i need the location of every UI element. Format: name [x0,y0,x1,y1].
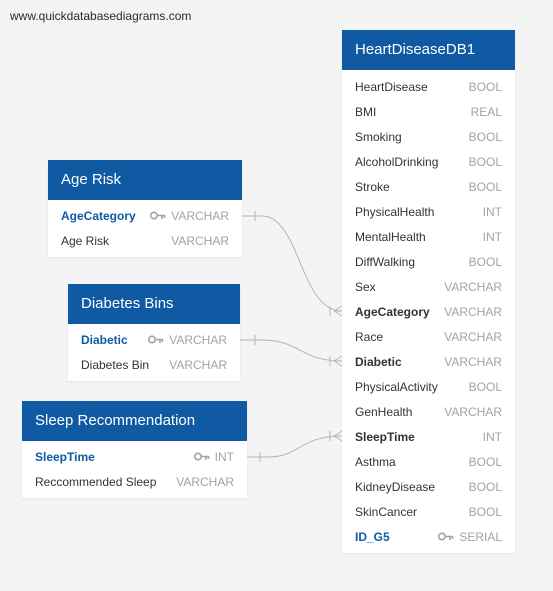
column-row[interactable]: BMI REAL [342,99,515,124]
column-type: VARCHAR [171,208,229,223]
column-type: INT [482,429,502,444]
column-name: ID_G5 [355,529,390,544]
relationship-sleeptime [247,435,343,458]
column-row[interactable]: AlcoholDrinking BOOL [342,149,515,174]
column-row[interactable]: Diabetes Bin VARCHAR [68,352,240,377]
column-row[interactable]: HeartDisease BOOL [342,74,515,99]
column-name: AgeCategory [355,304,430,319]
column-name: Reccommended Sleep [35,474,157,489]
column-name: PhysicalActivity [355,379,438,394]
column-row[interactable]: Diabetic VARCHAR [342,349,515,374]
column-type: INT [482,204,502,219]
column-type: BOOL [468,454,502,469]
column-type: VARCHAR [176,474,234,489]
column-name: AgeCategory [61,208,136,223]
column-type: BOOL [468,79,502,94]
key-icon [438,530,454,544]
column-name: Race [355,329,384,344]
relationship-agecategory [242,215,343,312]
column-row[interactable]: ID_G5 SERIAL [342,524,515,549]
column-name: GenHealth [355,404,413,419]
column-row[interactable]: SkinCancer BOOL [342,499,515,524]
relationship-diabetic [240,339,343,362]
key-icon [148,333,164,347]
column-row[interactable]: AgeCategory VARCHAR [48,203,242,228]
column-type: VARCHAR [169,332,227,347]
column-row[interactable]: SleepTime INT [22,444,247,469]
column-row[interactable]: GenHealth VARCHAR [342,399,515,424]
column-name: SleepTime [355,429,415,444]
column-name: Stroke [355,179,390,194]
column-name: DiffWalking [355,254,416,269]
column-name: BMI [355,104,377,119]
column-type: BOOL [468,479,502,494]
column-name: AlcoholDrinking [355,154,439,169]
table-sleep-recommendation[interactable]: Sleep Recommendation SleepTime INT Recco… [22,401,247,498]
table-heart-disease-db1[interactable]: HeartDiseaseDB1 HeartDisease BOOL BMI REAL… [342,30,515,553]
column-type: VARCHAR [444,404,502,419]
column-row[interactable]: Diabetic VARCHAR [68,327,240,352]
column-type: INT [214,449,234,464]
column-name: SleepTime [35,449,95,464]
table-age-risk[interactable]: Age Risk AgeCategory VARCHAR Age Risk VA… [48,160,242,257]
column-type: VARCHAR [444,279,502,294]
table-header[interactable]: Age Risk [48,160,242,200]
column-type: VARCHAR [444,354,502,369]
column-name: Asthma [355,454,396,469]
column-type: BOOL [468,379,502,394]
column-name: KidneyDisease [355,479,436,494]
column-type: BOOL [468,154,502,169]
column-type: BOOL [468,129,502,144]
table-header[interactable]: Sleep Recommendation [22,401,247,441]
key-icon [150,209,166,223]
column-name: SkinCancer [355,504,418,519]
column-row[interactable]: Reccommended Sleep VARCHAR [22,469,247,494]
column-row[interactable]: Asthma BOOL [342,449,515,474]
column-type: VARCHAR [444,304,502,319]
column-name: MentalHealth [355,229,426,244]
column-name: HeartDisease [355,79,428,94]
table-header[interactable]: HeartDiseaseDB1 [342,30,515,70]
column-row[interactable]: PhysicalActivity BOOL [342,374,515,399]
column-row[interactable]: KidneyDisease BOOL [342,474,515,499]
column-type: VARCHAR [169,357,227,372]
column-row[interactable]: Stroke BOOL [342,174,515,199]
column-name: Smoking [355,129,402,144]
column-type: BOOL [468,254,502,269]
column-row[interactable]: Age Risk VARCHAR [48,228,242,253]
column-row[interactable]: Smoking BOOL [342,124,515,149]
column-row[interactable]: SleepTime INT [342,424,515,449]
column-type: REAL [470,104,502,119]
column-type: BOOL [468,504,502,519]
column-row[interactable]: Race VARCHAR [342,324,515,349]
column-row[interactable]: Sex VARCHAR [342,274,515,299]
table-diabetes-bins[interactable]: Diabetes Bins Diabetic VARCHAR Diabetes … [68,284,240,381]
column-name: Age Risk [61,233,110,248]
column-name: Diabetic [81,332,128,347]
watermark: www.quickdatabasediagrams.com [10,9,192,23]
column-name: PhysicalHealth [355,204,435,219]
table-header[interactable]: Diabetes Bins [68,284,240,324]
column-type: VARCHAR [444,329,502,344]
column-name: Diabetic [355,354,402,369]
column-row[interactable]: DiffWalking BOOL [342,249,515,274]
column-row[interactable]: PhysicalHealth INT [342,199,515,224]
column-name: Diabetes Bin [81,357,150,372]
column-name: Sex [355,279,376,294]
column-type: SERIAL [459,529,502,544]
column-row[interactable]: MentalHealth INT [342,224,515,249]
column-type: VARCHAR [171,233,229,248]
column-row[interactable]: AgeCategory VARCHAR [342,299,515,324]
column-type: INT [482,229,502,244]
key-icon [193,450,210,464]
column-type: BOOL [468,179,502,194]
